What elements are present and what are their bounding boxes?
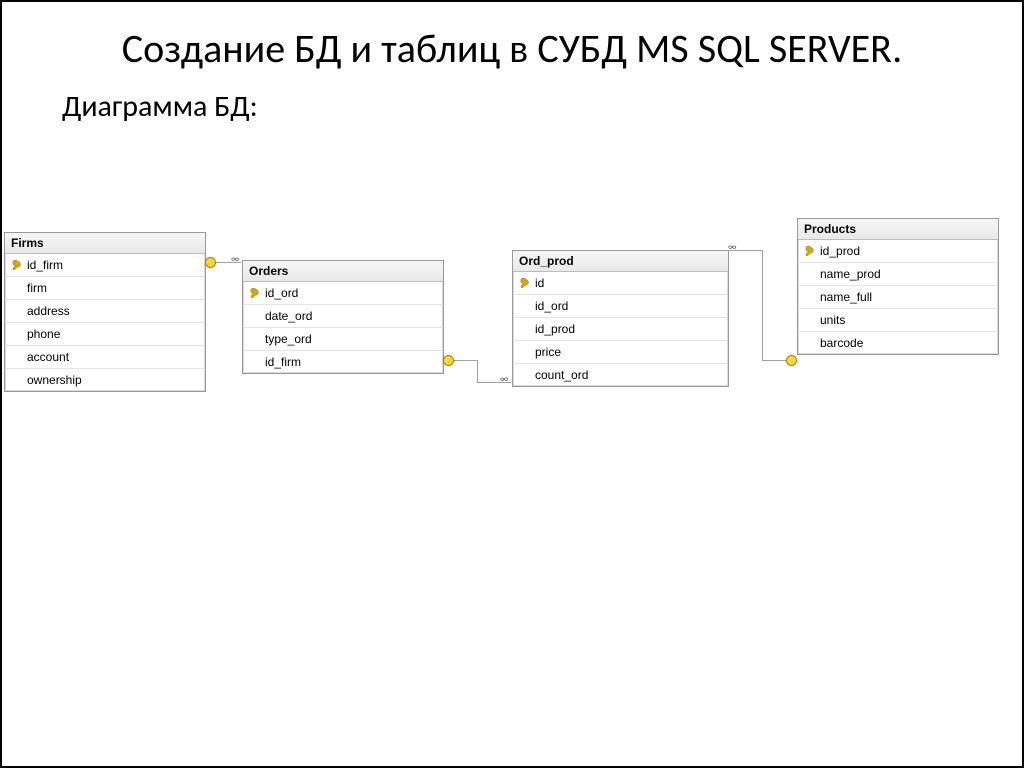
table-row: account <box>5 346 205 369</box>
table-ord-prod-rows: id id_ord id_prod price count_ord <box>513 272 728 386</box>
primary-key-icon <box>802 246 816 257</box>
table-products: Products id_prod name_prod name_full uni… <box>797 218 999 355</box>
column-name: id_firm <box>27 258 201 272</box>
table-ord-prod-header: Ord_prod <box>513 251 728 272</box>
table-firms-header: Firms <box>5 233 205 254</box>
table-row: date_ord <box>243 305 443 328</box>
primary-key-icon <box>9 260 23 271</box>
table-row: ownership <box>5 369 205 391</box>
column-name: count_ord <box>535 368 724 382</box>
column-name: name_prod <box>820 267 994 281</box>
relationship-infinity-icon: ∞ <box>500 372 509 385</box>
page-title: Создание БД и таблиц в СУБД MS SQL SERVE… <box>62 26 962 72</box>
subtitle: Диаграмма БД: <box>62 88 962 125</box>
table-row: type_ord <box>243 328 443 351</box>
column-name: address <box>27 304 201 318</box>
column-name: type_ord <box>265 332 439 346</box>
table-row: id <box>513 272 728 295</box>
column-name: id_firm <box>265 355 439 369</box>
table-row: id_firm <box>5 254 205 277</box>
table-firms-rows: id_firm firm address phone account owner… <box>5 254 205 391</box>
table-row: firm <box>5 277 205 300</box>
primary-key-icon <box>247 288 261 299</box>
table-row: id_ord <box>243 282 443 305</box>
table-row: name_full <box>798 286 998 309</box>
column-name: date_ord <box>265 309 439 323</box>
column-name: phone <box>27 327 201 341</box>
diagram-canvas: Firms id_firm firm address phone account… <box>2 230 1022 450</box>
column-name: firm <box>27 281 201 295</box>
table-row: id_ord <box>513 295 728 318</box>
column-name: units <box>820 313 994 327</box>
table-ord-prod: Ord_prod id id_ord id_prod price count_o… <box>512 250 729 387</box>
table-row: units <box>798 309 998 332</box>
table-row: phone <box>5 323 205 346</box>
table-row: name_prod <box>798 263 998 286</box>
relationship-key-icon <box>443 355 454 366</box>
table-row: count_ord <box>513 364 728 386</box>
primary-key-icon <box>517 278 531 289</box>
table-products-header: Products <box>798 219 998 240</box>
column-name: price <box>535 345 724 359</box>
table-orders: Orders id_ord date_ord type_ord id_firm <box>242 260 444 374</box>
table-row: id_firm <box>243 351 443 373</box>
column-name: id <box>535 276 724 290</box>
column-name: barcode <box>820 336 994 350</box>
column-name: id_ord <box>265 286 439 300</box>
relationship-infinity-icon: ∞ <box>231 252 240 265</box>
column-name: account <box>27 350 201 364</box>
table-row: price <box>513 341 728 364</box>
relationship-key-icon <box>205 257 216 268</box>
relationship-key-icon <box>786 355 797 366</box>
table-row: barcode <box>798 332 998 354</box>
relationship-infinity-icon: ∞ <box>728 240 737 253</box>
slide: Создание БД и таблиц в СУБД MS SQL SERVE… <box>0 0 1024 768</box>
table-products-rows: id_prod name_prod name_full units barcod… <box>798 240 998 354</box>
column-name: name_full <box>820 290 994 304</box>
relationship-line <box>762 250 763 360</box>
table-row: address <box>5 300 205 323</box>
column-name: ownership <box>27 373 201 387</box>
table-orders-header: Orders <box>243 261 443 282</box>
table-firms: Firms id_firm firm address phone account… <box>4 232 206 392</box>
table-row: id_prod <box>513 318 728 341</box>
column-name: id_prod <box>535 322 724 336</box>
column-name: id_ord <box>535 299 724 313</box>
table-row: id_prod <box>798 240 998 263</box>
column-name: id_prod <box>820 244 994 258</box>
table-orders-rows: id_ord date_ord type_ord id_firm <box>243 282 443 373</box>
relationship-line <box>477 360 478 382</box>
